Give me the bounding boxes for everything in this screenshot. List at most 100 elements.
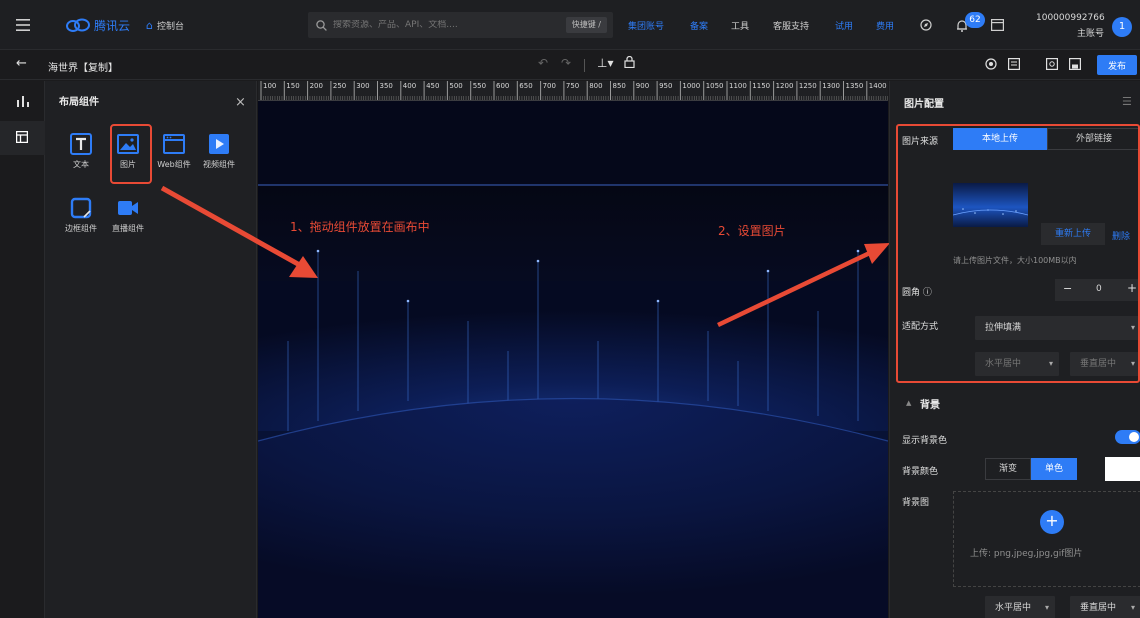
- ruler-label: 100: [263, 82, 277, 90]
- component-border[interactable]: 边框组件: [60, 189, 102, 237]
- nav-link-support[interactable]: 客服支持: [773, 0, 809, 50]
- bg-gradient-tab[interactable]: 渐变: [985, 458, 1031, 480]
- preview-icon[interactable]: [1008, 58, 1021, 73]
- nav-link-icp[interactable]: 备案: [690, 0, 708, 50]
- ruler-label: 350: [379, 82, 393, 90]
- background-image: [258, 101, 888, 618]
- lock-icon[interactable]: [624, 55, 635, 71]
- chevron-down-icon: ▾: [1130, 603, 1135, 612]
- window-icon[interactable]: [991, 0, 1004, 50]
- ruler-label: 1250: [798, 82, 817, 90]
- project-title: 海世界【复制】: [48, 63, 118, 74]
- redo-icon[interactable]: ↷: [561, 56, 571, 70]
- component-label: 文本: [73, 160, 89, 169]
- bg-image-upload[interactable]: + 上传: png,jpeg,jpg,gif图片: [953, 491, 1140, 587]
- ruler-label: 900: [635, 82, 650, 90]
- annotation-step1: 1、拖动组件放置在画布中: [290, 220, 430, 234]
- brand-name: 腾讯云: [94, 18, 131, 33]
- collapse-icon[interactable]: ☰: [1122, 95, 1132, 108]
- search-box[interactable]: 快捷键 /: [308, 12, 613, 38]
- ruler-label: 500: [449, 82, 463, 90]
- ruler-label: 1150: [752, 82, 771, 90]
- publish-button[interactable]: 发布: [1097, 55, 1137, 75]
- bg-show-toggle[interactable]: [1115, 430, 1140, 444]
- web-icon: [163, 133, 185, 155]
- chevron-down-icon: ▾: [1044, 603, 1049, 612]
- left-rail: [0, 81, 45, 618]
- ruler-label: 700: [542, 82, 556, 90]
- border-icon: [70, 197, 92, 219]
- component-label: 视频组件: [203, 160, 235, 169]
- save-icon[interactable]: [1069, 58, 1082, 73]
- editor-canvas[interactable]: [258, 101, 888, 618]
- brand-logo[interactable]: 腾讯云: [66, 0, 130, 50]
- account-id: 100000992766: [1036, 13, 1105, 23]
- panel-title: 布局组件: [59, 97, 99, 108]
- component-live[interactable]: 直播组件: [107, 189, 149, 237]
- close-icon[interactable]: ×: [235, 95, 246, 110]
- account-role: 主账号: [1076, 29, 1104, 39]
- nav-link-tools[interactable]: 工具: [731, 0, 749, 50]
- component-text[interactable]: 文本: [60, 125, 102, 173]
- search-input[interactable]: [333, 20, 563, 30]
- chart-icon[interactable]: [17, 95, 29, 110]
- undo-icon[interactable]: ↶: [538, 56, 548, 70]
- ruler-label: 1300: [822, 82, 841, 90]
- component-label: 边框组件: [65, 224, 97, 233]
- collapse-caret-icon[interactable]: ▲: [906, 399, 911, 407]
- ruler-label: 800: [589, 82, 603, 90]
- bg-solid-tab[interactable]: 单色: [1031, 458, 1077, 480]
- cloud-logo-icon: [66, 18, 90, 32]
- nav-link-trial[interactable]: 试用: [835, 0, 853, 50]
- console-link[interactable]: ⌂ 控制台: [146, 0, 184, 50]
- bg-h-align-select[interactable]: 水平居中 ▾: [985, 596, 1055, 618]
- ruler-label: 950: [659, 82, 673, 90]
- top-navigation: 腾讯云 ⌂ 控制台 快捷键 / 集团账号 备案 工具 客服支持 试用 费用 62…: [0, 0, 1140, 50]
- notification-badge: 62: [965, 12, 985, 28]
- component-web[interactable]: Web组件: [153, 125, 195, 173]
- bg-image-label: 背景图: [902, 498, 930, 508]
- live-icon: [117, 197, 139, 219]
- ruler-label: 200: [309, 82, 323, 90]
- avatar[interactable]: 1: [1112, 17, 1132, 37]
- bg-upload-hint: 上传: png,jpeg,jpg,gif图片: [970, 549, 1083, 559]
- ruler-label: 150: [286, 82, 300, 90]
- bg-color-swatch[interactable]: [1105, 457, 1140, 481]
- bg-h-align-value: 水平居中: [995, 603, 1032, 613]
- horizontal-ruler: 100 150 200 250 300 350 400 450 500 550 600 650 700 7…: [258, 81, 888, 101]
- ruler-label: 1350: [845, 82, 864, 90]
- app-window: 腾讯云 ⌂ 控制台 快捷键 / 集团账号 备案 工具 客服支持 试用 费用 62…: [0, 0, 1140, 618]
- bg-color-label: 背景颜色: [902, 467, 939, 477]
- compass-icon[interactable]: [920, 0, 932, 50]
- menu-icon[interactable]: [16, 0, 30, 50]
- video-icon: [208, 133, 230, 155]
- background-section-title: 背景: [920, 400, 940, 411]
- console-label: 控制台: [156, 21, 184, 32]
- bg-v-align-select[interactable]: 垂直居中 ▾: [1070, 596, 1140, 618]
- ruler-label: 300: [356, 82, 370, 90]
- search-icon: [316, 19, 327, 31]
- rail-item-layout[interactable]: [0, 121, 45, 155]
- layout-icon: [15, 130, 29, 146]
- nav-link-billing[interactable]: 费用: [876, 0, 894, 50]
- config-highlight-frame: [896, 124, 1140, 383]
- editor-toolbar: ← 海世界【复制】 ↶ ↷ ⊥▾: [0, 50, 1140, 80]
- component-label: Web组件: [157, 160, 191, 169]
- component-video[interactable]: 视频组件: [198, 125, 240, 173]
- toggle-knob: [1129, 432, 1139, 442]
- ruler-label: 750: [565, 82, 580, 90]
- ruler-label: 1400: [868, 82, 887, 90]
- ruler-label: 650: [519, 82, 533, 90]
- target-icon[interactable]: [985, 58, 997, 73]
- back-arrow-icon[interactable]: ←: [16, 56, 27, 71]
- add-icon: +: [1040, 510, 1064, 534]
- image-component-highlight: [110, 124, 152, 184]
- component-label: 直播组件: [112, 224, 144, 233]
- account-info[interactable]: 100000992766 主账号: [1036, 13, 1105, 39]
- config-title: 图片配置: [904, 99, 944, 110]
- bg-v-align-value: 垂直居中: [1080, 603, 1117, 613]
- zoom-preview-icon[interactable]: [1046, 58, 1059, 73]
- ruler-label: 1000: [682, 82, 701, 90]
- align-icon[interactable]: ⊥▾: [597, 56, 613, 70]
- nav-link-group-account[interactable]: 集团账号: [628, 0, 664, 50]
